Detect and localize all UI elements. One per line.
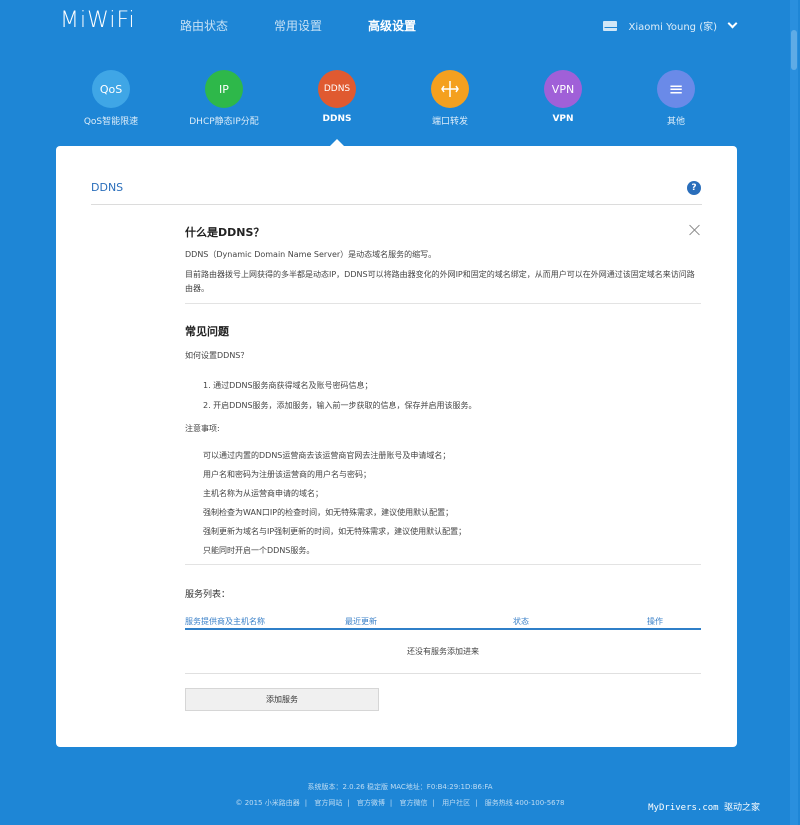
faq-question: 如何设置DDNS？ — [185, 351, 249, 360]
notes-list: 可以通过内置的DDNS运营商去该运营商官网去注册账号及申请域名； 用户名和密码为… — [185, 446, 701, 560]
step-item: 2. 开启DDNS服务，添加服务，输入前一步获取的信息，保存并启用该服务。 — [203, 401, 477, 410]
note-item: 可以通过内置的DDNS运营商去该运营商官网去注册账号及申请域名； — [203, 451, 451, 460]
nav-common-settings[interactable]: 常用设置 — [274, 17, 322, 34]
ddns-icon: DDNS — [318, 70, 356, 108]
scrollbar-thumb[interactable] — [791, 30, 797, 70]
col-action: 操作 — [647, 616, 663, 626]
feature-other-label: 其他 — [666, 117, 685, 127]
footer-copyright: © 2015 小米路由器 — [235, 799, 300, 807]
footer-link-community[interactable]: 用户社区 — [442, 799, 470, 807]
feature-qos[interactable]: QoS QoS智能限速 — [61, 70, 161, 127]
footer-link-wechat[interactable]: 官方微信 — [400, 799, 428, 807]
footer-link-website[interactable]: 官方网站 — [314, 799, 342, 807]
footer-hotline: 服务热线 400-100-5678 — [484, 799, 565, 807]
close-icon[interactable] — [689, 224, 701, 236]
feature-qos-label: QoS智能限速 — [83, 117, 139, 127]
divider — [185, 303, 701, 304]
panel-title: DDNS — [91, 181, 124, 194]
notes-heading: 注意事项: — [185, 424, 220, 433]
top-bar: MiWiFi 路由状态 常用设置 高级设置 Xiaomi Young (家) — [0, 0, 800, 55]
note-item: 主机名称为从运营商申请的域名； — [203, 489, 323, 498]
col-status: 状态 — [513, 616, 529, 626]
step-item: 1. 通过DDNS服务商获得域名及账号密码信息； — [203, 381, 373, 390]
feature-dhcp-label: DHCP静态IP分配 — [189, 117, 259, 127]
feature-ddns[interactable]: DDNS DDNS — [287, 70, 387, 124]
divider — [185, 564, 701, 565]
nav-advanced-settings[interactable]: 高级设置 — [368, 17, 416, 34]
mail-icon[interactable] — [602, 20, 617, 31]
service-table-header: 服务提供商及主机名称 最近更新 状态 操作 — [185, 614, 701, 630]
port-forward-icon — [431, 70, 469, 108]
footer-link-weibo[interactable]: 官方微博 — [357, 799, 385, 807]
ddns-panel: DDNS ? 什么是DDNS？ DDNS（Dynamic Domain Name… — [56, 146, 737, 747]
note-item: 只能同时开启一个DDNS服务。 — [203, 546, 315, 555]
feature-vpn-label: VPN — [552, 114, 574, 124]
top-nav: 路由状态 常用设置 高级设置 — [180, 17, 462, 34]
feature-dhcp[interactable]: IP DHCP静态IP分配 — [174, 70, 274, 127]
qos-icon: QoS — [92, 70, 130, 108]
feature-port-forward[interactable]: 端口转发 — [400, 70, 500, 127]
feature-other[interactable]: ≡ 其他 — [626, 70, 726, 127]
ddns-definition: DDNS（Dynamic Domain Name Server）是动态域名服务的… — [185, 250, 437, 259]
help-icon[interactable]: ? — [687, 181, 701, 195]
nav-router-status[interactable]: 路由状态 — [180, 17, 228, 34]
service-list-title: 服务列表： — [185, 590, 231, 600]
col-last-update: 最近更新 — [345, 616, 377, 626]
user-name[interactable]: Xiaomi Young (家) — [629, 18, 717, 33]
user-menu[interactable]: Xiaomi Young (家) — [602, 18, 738, 33]
feature-port-forward-label: 端口转发 — [431, 117, 468, 127]
miwifi-logo[interactable]: MiWiFi — [60, 8, 136, 33]
add-service-button[interactable]: 添加服务 — [185, 688, 379, 711]
what-is-ddns-heading: 什么是DDNS？ — [185, 226, 265, 239]
footer-version: 系统版本：2.0.26 稳定版 MAC地址：F0:B4:29:1D:B6:FA — [307, 783, 493, 791]
feature-menu: QoS QoS智能限速 IP DHCP静态IP分配 DDNS DDNS 端口转发… — [56, 70, 737, 130]
note-item: 强制更新为域名与IP强制更新的时间，如无特殊需求，建议使用默认配置； — [203, 527, 467, 536]
scrollbar[interactable] — [790, 0, 798, 825]
col-provider: 服务提供商及主机名称 — [185, 616, 265, 626]
service-table-empty: 还没有服务添加进来 — [185, 630, 701, 674]
feature-vpn[interactable]: VPN VPN — [513, 70, 613, 124]
note-item: 用户名和密码为注册该运营商的用户名与密码； — [203, 470, 371, 479]
ddns-explanation: 目前路由器拨号上网获得的多半都是动态IP，DDNS可以将路由器变化的外网IP和固… — [185, 270, 695, 293]
watermark: MyDrivers.com 驱动之家 — [648, 803, 760, 813]
note-item: 强制检查为WAN口IP的检查时间，如无特殊需求，建议使用默认配置； — [203, 508, 454, 517]
feature-ddns-label: DDNS — [322, 114, 352, 124]
help-content: 什么是DDNS？ DDNS（Dynamic Domain Name Server… — [185, 224, 701, 711]
vpn-icon: VPN — [544, 70, 582, 108]
divider — [91, 204, 702, 205]
faq-heading: 常见问题 — [185, 325, 229, 338]
menu-icon: ≡ — [657, 70, 695, 108]
chevron-down-icon[interactable] — [727, 18, 738, 29]
setup-steps: 1. 通过DDNS服务商获得域名及账号密码信息； 2. 开启DDNS服务，添加服… — [185, 376, 701, 416]
ip-icon: IP — [205, 70, 243, 108]
